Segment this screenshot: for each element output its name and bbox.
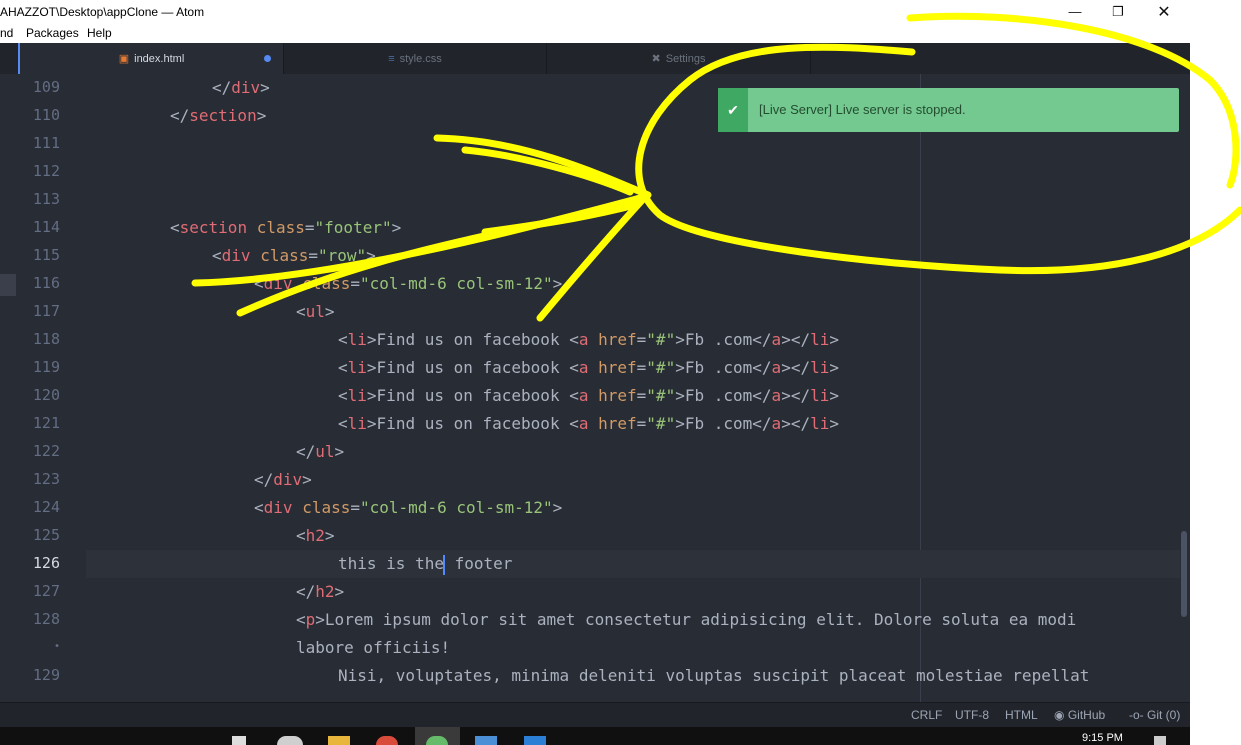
vertical-scrollbar[interactable] [1181,531,1187,617]
vscode-icon[interactable] [524,736,546,745]
settings-icon: ✖ [651,53,661,65]
encoding-selector[interactable]: UTF-8 [955,708,989,722]
code-line: <h2> [296,526,335,545]
live-server-notification[interactable]: ✔ [Live Server] Live server is stopped. [718,88,1179,132]
notification-center-icon[interactable] [1154,736,1166,745]
tab-label: index.html [134,52,185,65]
file-explorer-icon[interactable] [328,736,350,745]
line-number: 128 [32,610,60,628]
code-line: </h2> [296,582,345,601]
line-number: 118 [32,330,60,348]
code-line: </div> [212,78,270,97]
code-line: <li>Find us on facebook <a href="#">Fb .… [338,414,839,433]
chrome-icon[interactable] [376,736,398,745]
line-number: 124 [32,498,60,516]
line-number: 119 [32,358,60,376]
maximize-icon[interactable]: ❐ [1095,0,1141,23]
tab-settings[interactable]: ✖ Settings [547,43,811,74]
tab-bar: ▣ index.html ≡ style.css ✖ Settings [0,43,1190,74]
close-icon[interactable]: ✕ [1141,0,1187,23]
css3-icon: ≡ [388,52,395,65]
soft-wrap-marker: • [53,641,60,652]
menu-item-find[interactable]: nd [0,26,13,40]
tab-label: style.css [399,52,442,65]
line-number: 117 [32,302,60,320]
line-number: 121 [32,414,60,432]
window-title: AHAZZOT\Desktop\appClone — Atom [0,5,205,19]
code-line: <li>Find us on facebook <a href="#">Fb .… [338,330,839,349]
menu-item-help[interactable]: Help [87,26,112,40]
line-number: 123 [32,470,60,488]
atom-app-icon[interactable] [426,736,448,745]
modified-indicator-icon [264,55,271,62]
code-line: <li>Find us on facebook <a href="#">Fb .… [338,386,839,405]
git-commit-icon: -o- [1129,708,1144,722]
code-line: </ul> [296,442,345,461]
menu-item-packages[interactable]: Packages [26,26,79,40]
line-number: 127 [32,582,60,600]
line-number: 111 [32,134,60,152]
github-button[interactable]: ◉ GitHub [1054,708,1105,722]
line-number: 129 [32,666,60,684]
edge-browser-icon[interactable] [277,736,303,745]
minimize-icon[interactable]: — [1052,0,1098,23]
taskbar-clock: 9:15 PM [1082,732,1123,744]
code-line: <li>Find us on facebook <a href="#">Fb .… [338,358,839,377]
editor-pane[interactable]: ▣ index.html ≡ style.css ✖ Settings 109 … [0,43,1190,702]
line-number: 115 [32,246,60,264]
line-number: 112 [32,162,60,180]
code-line: <section class="footer"> [170,218,402,237]
code-line-current: this is the footer [338,554,513,575]
check-icon: ✔ [718,88,748,132]
desktop-background [1190,23,1241,745]
line-number: 114 [32,218,60,236]
code-line-wrapped: labore officiis! [296,638,451,657]
tab-style-css[interactable]: ≡ style.css [284,43,547,74]
title-bar: AHAZZOT\Desktop\appClone — Atom — ❐ ✕ [0,0,1241,23]
line-number: 120 [32,386,60,404]
code-line: <div class="col-md-6 col-sm-12"> [254,274,563,293]
photos-icon[interactable] [475,736,497,745]
code-line: Nisi, voluptates, minima deleniti volupt… [338,666,1090,685]
taskbar [0,727,1190,745]
code-line: <ul> [296,302,335,321]
line-number: 110 [32,106,60,124]
code-line: <div class="col-md-6 col-sm-12"> [254,498,563,517]
task-view-icon[interactable] [232,736,246,745]
line-number: 116 [32,274,60,292]
line-number: 122 [32,442,60,460]
code-line: </section> [170,106,267,125]
line-number: 109 [32,78,60,96]
notification-message: [Live Server] Live server is stopped. [759,102,966,117]
line-number-current: 126 [32,554,60,572]
line-number: 113 [32,190,60,208]
tab-label: Settings [665,52,706,65]
menu-bar: nd Packages Help [0,23,1190,43]
line-ending-selector[interactable]: CRLF [911,708,942,722]
code-line: <div class="row"> [212,246,376,265]
git-button[interactable]: -o- Git (0) [1129,708,1180,722]
tab-index-html[interactable]: ▣ index.html [20,43,284,74]
code-line: <p>Lorem ipsum dolor sit amet consectetu… [296,610,1077,629]
html5-icon: ▣ [118,53,130,65]
github-icon: ◉ [1054,708,1065,722]
status-bar: CRLF UTF-8 HTML ◉ GitHub -o- Git (0) [0,702,1190,728]
grammar-selector[interactable]: HTML [1005,708,1038,722]
line-number: 125 [32,526,60,544]
code-line: </div> [254,470,312,489]
